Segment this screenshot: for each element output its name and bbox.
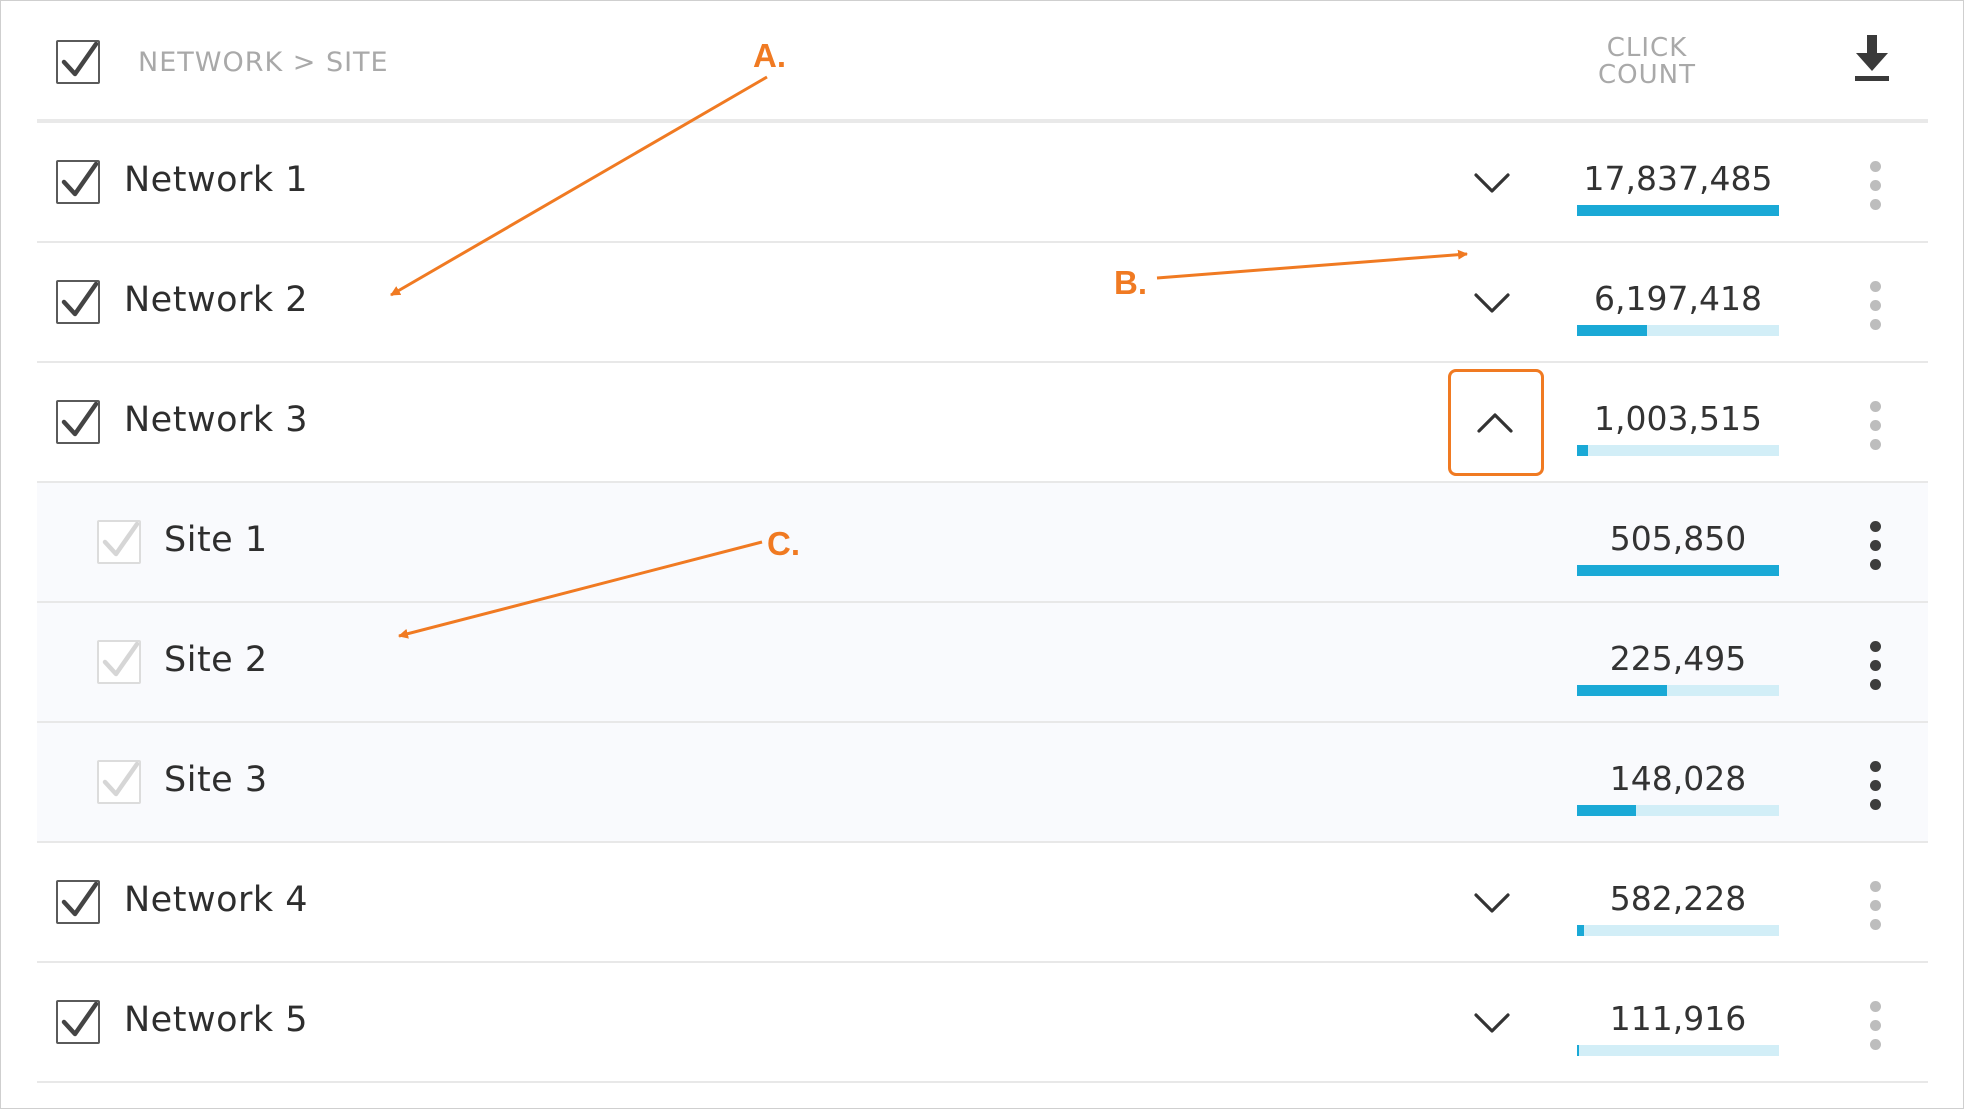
checkmark-icon [102, 761, 140, 797]
site-row[interactable]: Site 1 505,850 [37, 483, 1928, 603]
column-header-click-count-line1: CLICK [1606, 33, 1688, 63]
network-checkbox[interactable] [56, 400, 100, 444]
more-options-icon[interactable] [1863, 641, 1887, 691]
click-count-value: 111,916 [1609, 999, 1747, 1038]
click-count-value: 582,228 [1609, 879, 1747, 918]
download-icon[interactable] [1852, 35, 1892, 85]
network-row[interactable]: Network 3 1,003,515 [37, 363, 1928, 483]
annotation-label-c: C. [767, 525, 800, 562]
click-count-bar-fill [1577, 325, 1647, 336]
network-checkbox[interactable] [56, 280, 100, 324]
site-checkbox[interactable] [97, 760, 141, 804]
click-count-bar-fill [1577, 925, 1584, 936]
click-count-cell: 111,916 [1577, 999, 1779, 1056]
network-name: Network 1 [124, 160, 309, 200]
more-options-icon[interactable] [1863, 401, 1887, 451]
click-count-value: 225,495 [1609, 639, 1747, 678]
checkmark-icon [61, 41, 99, 77]
click-count-bar-fill [1577, 685, 1667, 696]
checkmark-icon [61, 281, 99, 317]
expanded-chevron-highlight [1448, 369, 1544, 476]
click-count-cell: 505,850 [1577, 519, 1779, 576]
click-count-table: NETWORK > SITE CLICK COUNT Network 1 17,8… [37, 1, 1928, 1083]
click-count-cell: 225,495 [1577, 639, 1779, 696]
more-options-icon[interactable] [1863, 281, 1887, 331]
network-name: Network 2 [124, 280, 309, 320]
click-count-cell: 148,028 [1577, 759, 1779, 816]
checkmark-icon [61, 161, 99, 197]
network-name: Network 3 [124, 400, 309, 440]
chevron-down-icon[interactable] [1467, 883, 1517, 923]
checkmark-icon [102, 641, 140, 677]
more-options-icon[interactable] [1863, 1001, 1887, 1051]
chevron-down-icon[interactable] [1467, 163, 1517, 203]
click-count-bar [1577, 205, 1779, 216]
checkmark-icon [61, 1001, 99, 1037]
click-count-bar-fill [1577, 805, 1636, 816]
click-count-bar [1577, 325, 1779, 336]
site-checkbox[interactable] [97, 640, 141, 684]
click-count-bar-fill [1577, 565, 1779, 576]
click-count-bar-fill [1577, 205, 1779, 216]
more-options-icon[interactable] [1863, 761, 1887, 811]
click-count-bar [1577, 565, 1779, 576]
column-header-click-count-line2: COUNT [1598, 60, 1696, 90]
click-count-bar [1577, 805, 1779, 816]
column-header-network-site[interactable]: NETWORK > SITE [138, 47, 389, 78]
click-count-value: 505,850 [1609, 519, 1747, 558]
click-count-bar [1577, 445, 1779, 456]
network-checkbox[interactable] [56, 1000, 100, 1044]
network-name: Network 5 [124, 1000, 309, 1040]
click-count-value: 17,837,485 [1583, 159, 1773, 198]
site-name: Site 2 [164, 640, 268, 680]
network-name: Network 4 [124, 880, 309, 920]
click-count-bar [1577, 925, 1779, 936]
annotation-label-b: B. [1114, 264, 1147, 301]
annotation-label-a: A. [753, 37, 786, 74]
more-options-icon[interactable] [1863, 881, 1887, 931]
click-count-bar-fill [1577, 1045, 1579, 1056]
checkmark-icon [61, 401, 99, 437]
click-count-cell: 1,003,515 [1577, 399, 1779, 456]
select-all-checkbox[interactable] [56, 40, 100, 84]
table-header: NETWORK > SITE CLICK COUNT [37, 1, 1928, 123]
checkmark-icon [102, 521, 140, 557]
site-name: Site 1 [164, 520, 268, 560]
network-row[interactable]: Network 4 582,228 [37, 843, 1928, 963]
click-count-bar [1577, 1045, 1779, 1056]
table-body: Network 1 17,837,485 Network 2 6,197,418 Net… [37, 123, 1928, 1083]
network-row[interactable]: Network 2 6,197,418 [37, 243, 1928, 363]
click-count-cell: 6,197,418 [1577, 279, 1779, 336]
network-row[interactable]: Network 1 17,837,485 [37, 123, 1928, 243]
network-site-table-panel: NETWORK > SITE CLICK COUNT Network 1 17,8… [0, 0, 1964, 1109]
click-count-cell: 17,837,485 [1577, 159, 1779, 216]
site-row[interactable]: Site 2 225,495 [37, 603, 1928, 723]
chevron-down-icon[interactable] [1467, 1003, 1517, 1043]
more-options-icon[interactable] [1863, 161, 1887, 211]
more-options-icon[interactable] [1863, 521, 1887, 571]
click-count-value: 148,028 [1609, 759, 1747, 798]
site-name: Site 3 [164, 760, 268, 800]
click-count-value: 6,197,418 [1594, 279, 1762, 318]
network-checkbox[interactable] [56, 160, 100, 204]
click-count-cell: 582,228 [1577, 879, 1779, 936]
network-row[interactable]: Network 5 111,916 [37, 963, 1928, 1083]
checkmark-icon [61, 881, 99, 917]
click-count-bar [1577, 685, 1779, 696]
site-row[interactable]: Site 3 148,028 [37, 723, 1928, 843]
click-count-value: 1,003,515 [1594, 399, 1762, 438]
chevron-down-icon[interactable] [1467, 283, 1517, 323]
click-count-bar-fill [1577, 445, 1588, 456]
network-checkbox[interactable] [56, 880, 100, 924]
site-checkbox[interactable] [97, 520, 141, 564]
column-header-click-count[interactable]: CLICK COUNT [1577, 35, 1717, 89]
